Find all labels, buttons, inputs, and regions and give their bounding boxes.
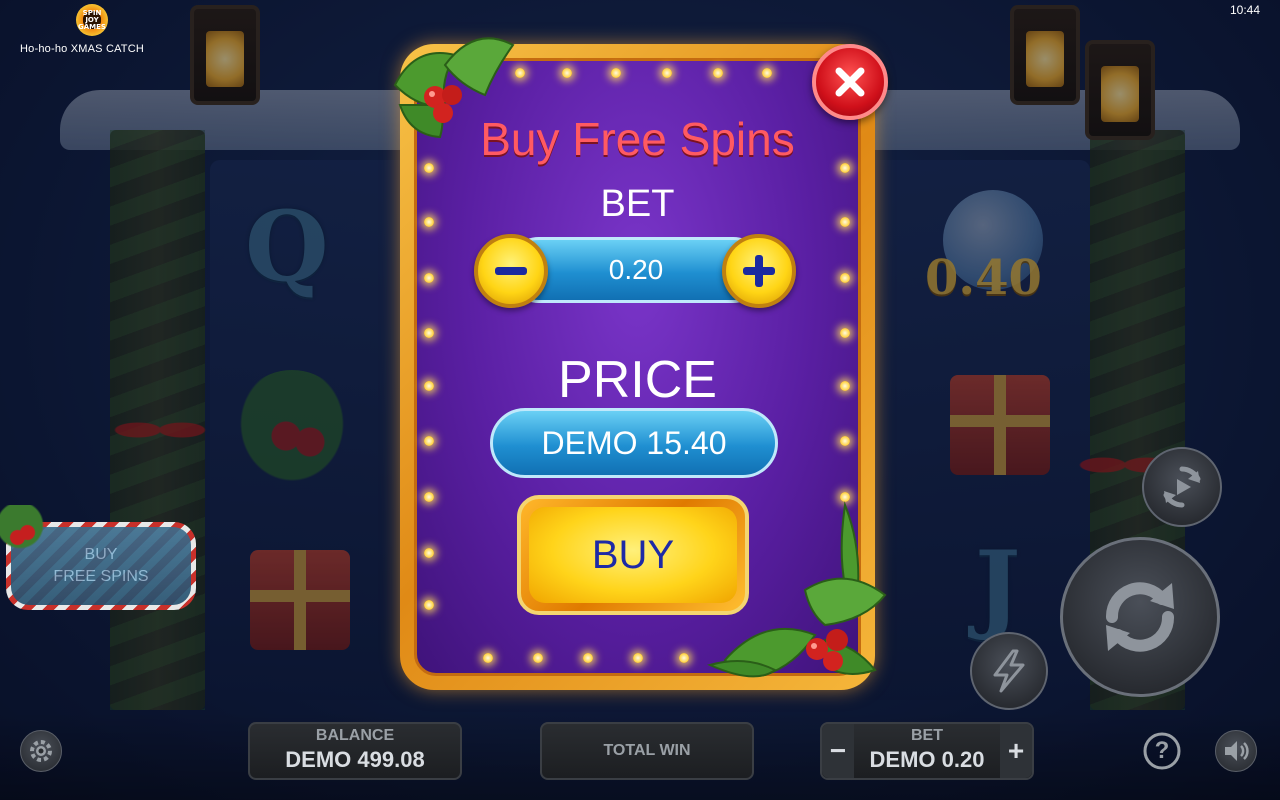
balance-label: BALANCE (315, 727, 395, 744)
modal-bet-label: BET (600, 183, 675, 225)
close-icon (835, 67, 865, 97)
total-win-label: TOTAL WIN (603, 742, 691, 759)
frame-light-bulb (562, 68, 572, 78)
frame-light-bulb (424, 548, 434, 558)
game-title: Ho-ho-ho XMAS CATCH (20, 43, 145, 55)
frame-light-bulb (713, 68, 723, 78)
autoplay-button[interactable] (1142, 447, 1222, 527)
bottom-bet-label: BET (911, 727, 943, 744)
help-glyph: ? (1154, 737, 1170, 764)
buy-button-inner: BUY (529, 507, 737, 603)
frame-light-bulb (611, 68, 621, 78)
gear-icon (30, 740, 52, 762)
holly-decoration-icon (0, 505, 50, 555)
modal-bet-decrease-button[interactable] (474, 234, 548, 308)
frame-light-bulb (483, 653, 493, 663)
clock: 10:44 (1229, 3, 1260, 17)
speaker-icon (1225, 741, 1249, 761)
frame-light-bulb (633, 653, 643, 663)
modal-bet-increase-button[interactable] (722, 234, 796, 308)
spin-icon (1106, 582, 1174, 652)
side-buy-line1: BUY (84, 546, 118, 563)
modal-bet-value: 0.20 (608, 254, 664, 285)
autoplay-icon (1163, 466, 1201, 508)
plus-icon (743, 255, 775, 287)
price-value: DEMO 15.40 (541, 424, 727, 461)
balance-panel: BALANCE DEMO 499.08 (248, 722, 462, 780)
provider-logo-text: SPIN JOY GAMES (78, 9, 106, 31)
buy-button-label: BUY (591, 532, 675, 577)
frame-light-bulb (424, 273, 434, 283)
provider-logo: SPIN JOY GAMES (76, 4, 108, 36)
total-win-panel: TOTAL WIN (540, 722, 754, 780)
frame-light-bulb (840, 273, 850, 283)
frame-light-bulb (679, 653, 689, 663)
bottom-bet-decrease-button[interactable]: − (822, 724, 854, 778)
frame-light-bulb (583, 653, 593, 663)
frame-light-bulb (424, 328, 434, 338)
turbo-button[interactable] (970, 632, 1048, 710)
frame-light-bulb (424, 600, 434, 610)
frame-light-bulb (840, 328, 850, 338)
price-label: PRICE (558, 351, 717, 409)
minus-icon (495, 267, 527, 275)
price-display: DEMO 15.40 (490, 408, 778, 478)
spin-button[interactable] (1060, 537, 1220, 697)
settings-button[interactable] (20, 730, 62, 772)
side-buy-line2: FREE SPINS (53, 568, 149, 585)
frame-light-bulb (424, 436, 434, 446)
frame-light-bulb (533, 653, 543, 663)
buy-button[interactable]: BUY (517, 495, 749, 615)
frame-light-bulb (762, 68, 772, 78)
frame-light-bulb (840, 436, 850, 446)
sound-button[interactable] (1215, 730, 1257, 772)
help-button[interactable]: ? (1141, 730, 1183, 772)
close-button[interactable] (812, 44, 888, 120)
frame-light-bulb (424, 492, 434, 502)
balance-value: DEMO 499.08 (285, 747, 425, 772)
bottom-bet-value: DEMO 0.20 (869, 747, 985, 772)
bottom-bet-increase-button[interactable]: + (1000, 724, 1032, 778)
bottom-bet-panel: − BET DEMO 0.20 + (820, 722, 1034, 780)
frame-light-bulb (662, 68, 672, 78)
lightning-icon (993, 649, 1025, 693)
modal-title: Buy Free Spins (480, 113, 795, 165)
